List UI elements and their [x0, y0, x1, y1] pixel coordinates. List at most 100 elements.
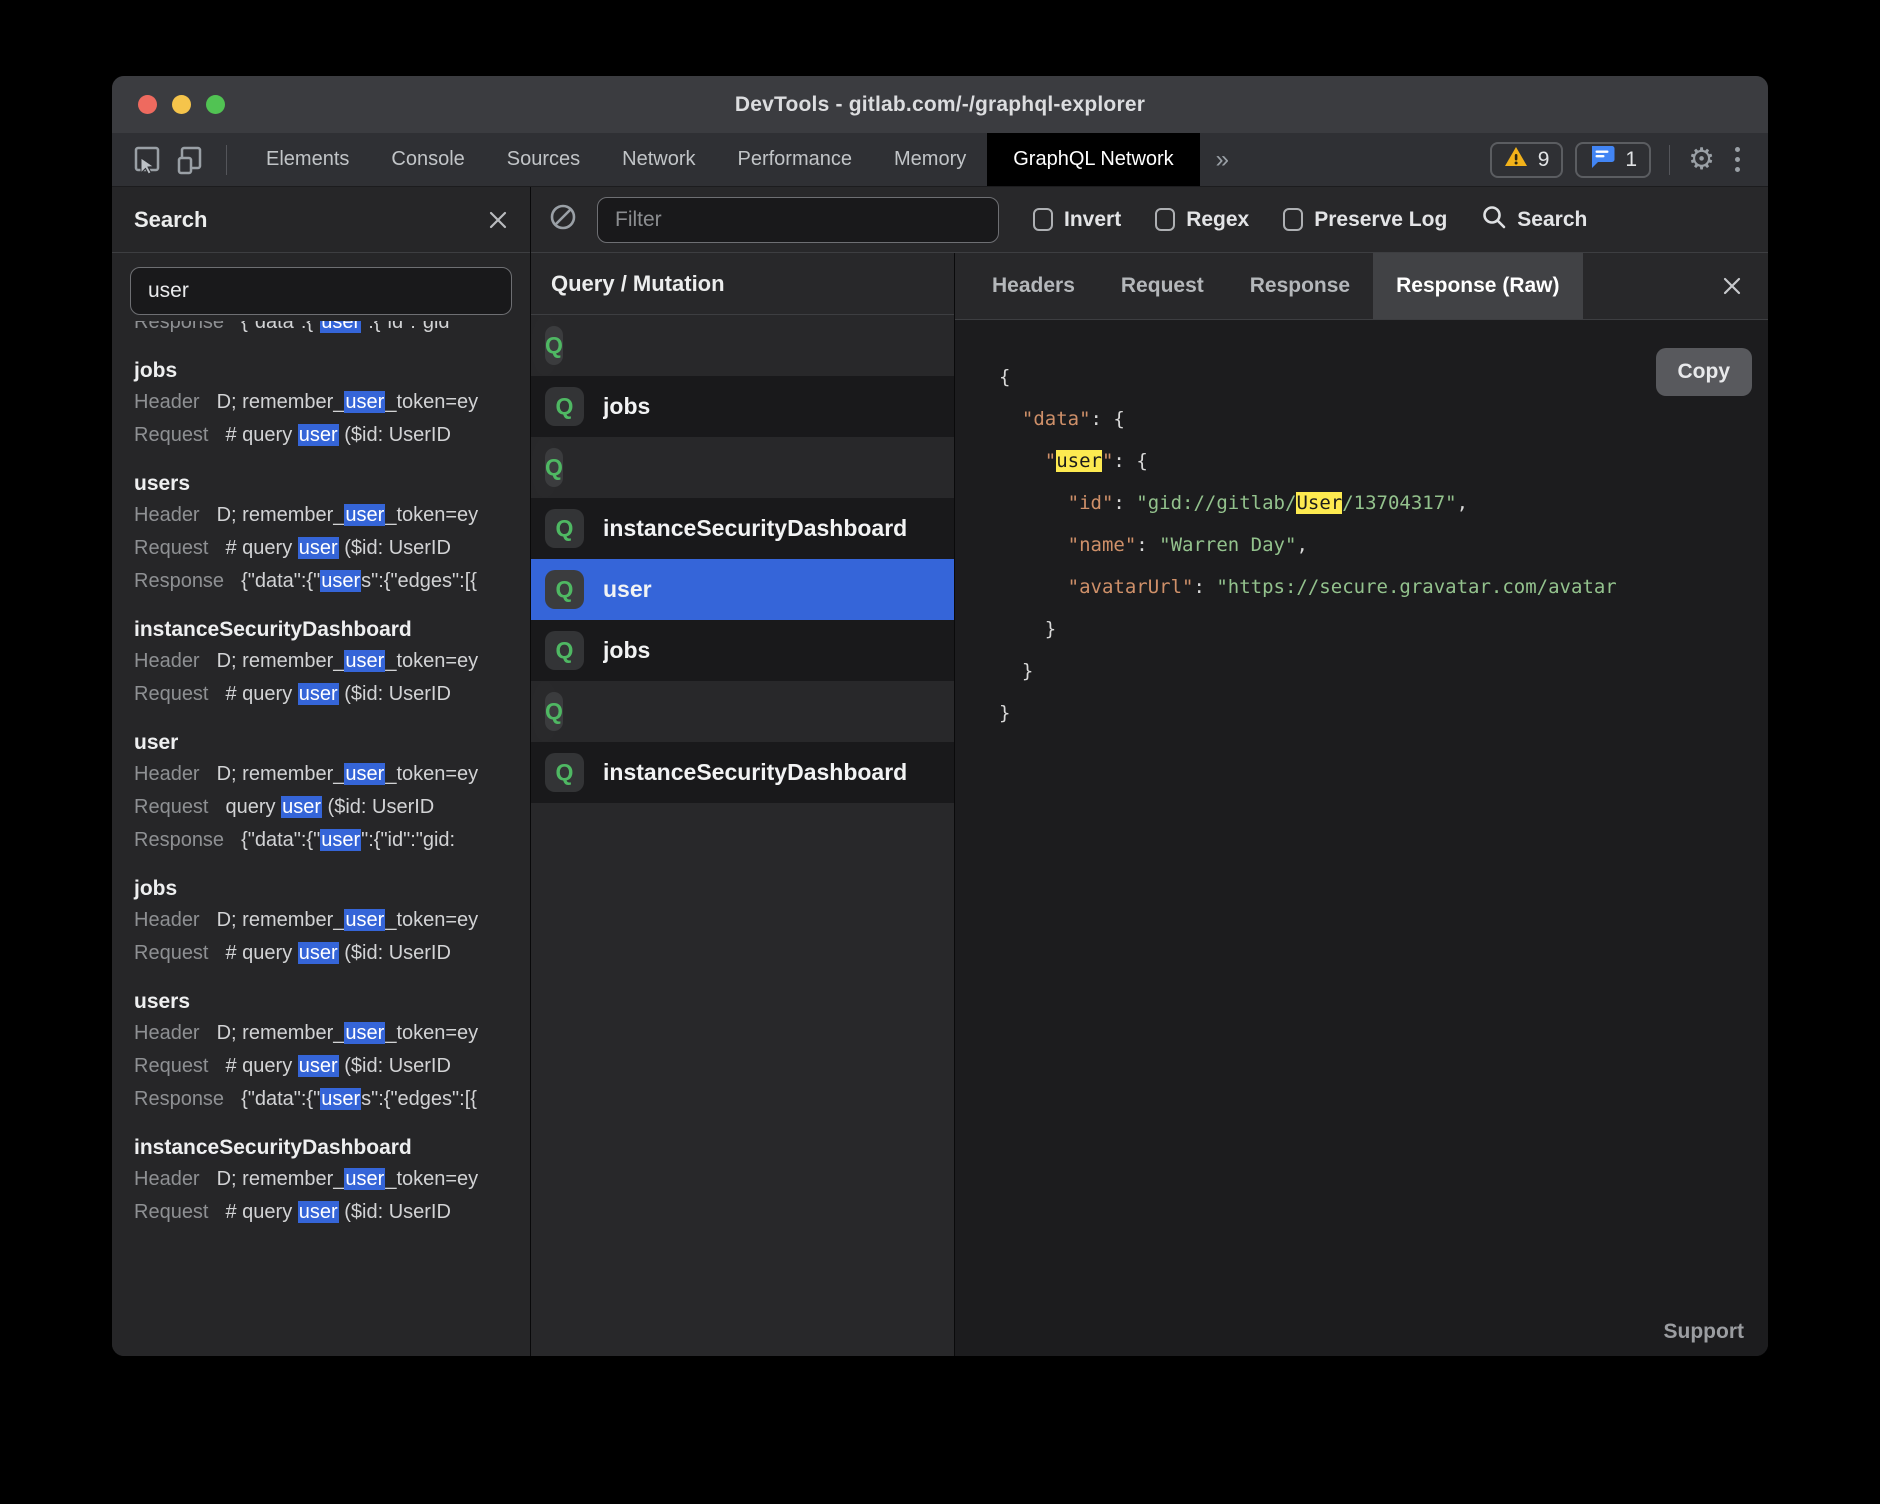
tab-network[interactable]: Network	[601, 133, 716, 186]
query-row-user[interactable]: Q user	[531, 315, 559, 376]
search-result-line[interactable]: Requestquery user ($id: UserID	[134, 791, 530, 824]
inspect-element-icon[interactable]	[132, 145, 162, 175]
search-result-line[interactable]: HeaderD; remember_user_token=ey	[134, 645, 530, 678]
close-search-icon[interactable]	[488, 210, 508, 230]
json-line: "user": {	[999, 440, 1768, 482]
tabbar-right-cluster: 9 1 ⚙	[1490, 133, 1768, 186]
query-type-icon: Q	[545, 570, 584, 609]
json-line: {	[999, 356, 1768, 398]
device-toolbar-icon[interactable]	[176, 145, 206, 175]
search-input[interactable]	[130, 267, 512, 315]
search-result-section: jobs HeaderD; remember_user_token=ey Req…	[134, 356, 530, 452]
issues-badge[interactable]: 1	[1575, 142, 1651, 178]
search-result-line[interactable]: Request# query user ($id: UserID	[134, 532, 530, 565]
toolbar-search[interactable]: Search	[1481, 204, 1587, 235]
search-result-line[interactable]: Request# query user ($id: UserID	[134, 1196, 530, 1229]
search-result-line[interactable]: Response{"data":{"users":{"edges":[{	[134, 1083, 530, 1116]
search-result-section: users HeaderD; remember_user_token=ey Re…	[134, 987, 530, 1116]
preserve-log-checkbox[interactable]: Preserve Log	[1283, 208, 1447, 232]
checkbox-icon	[1283, 208, 1303, 231]
response-raw-view: { "data": { "user": { "id": "gid://gitla…	[955, 320, 1768, 1356]
more-tabs-icon[interactable]: »	[1200, 133, 1245, 186]
query-row-users[interactable]: Q users	[531, 681, 559, 742]
query-type-icon: Q	[545, 692, 563, 731]
json-line: "avatarUrl": "https://secure.gravatar.co…	[999, 566, 1768, 608]
title-bar: DevTools - gitlab.com/-/graphql-explorer	[112, 76, 1768, 133]
search-result-line[interactable]: Request# query user ($id: UserID	[134, 678, 530, 711]
search-result-line[interactable]: HeaderD; remember_user_token=ey	[134, 1017, 530, 1050]
search-icon	[1481, 204, 1507, 235]
search-result-line[interactable]: HeaderD; remember_user_token=ey	[134, 904, 530, 937]
search-result-line[interactable]: Response{"data":{"users":{"edges":[{	[134, 565, 530, 598]
query-type-icon: Q	[545, 753, 584, 792]
settings-gear-icon[interactable]: ⚙	[1688, 145, 1715, 175]
search-result-line[interactable]: Request# query user ($id: UserID	[134, 937, 530, 970]
copy-button[interactable]: Copy	[1656, 348, 1753, 396]
query-type-icon: Q	[545, 387, 584, 426]
query-type-icon: Q	[545, 631, 584, 670]
query-row-jobs[interactable]: Q jobs	[531, 376, 954, 437]
search-result-section: jobs HeaderD; remember_user_token=ey Req…	[134, 874, 530, 970]
tab-performance[interactable]: Performance	[717, 133, 874, 186]
toolbar-divider	[226, 145, 227, 175]
query-row-user-selected[interactable]: Q user	[531, 559, 954, 620]
json-line: }	[999, 650, 1768, 692]
search-result-line[interactable]: HeaderD; remember_user_token=ey	[134, 499, 530, 532]
tab-headers[interactable]: Headers	[969, 253, 1098, 319]
query-row-jobs[interactable]: Q jobs	[531, 620, 954, 681]
clear-icon[interactable]	[549, 203, 577, 236]
query-type-icon: Q	[545, 326, 563, 365]
tab-sources[interactable]: Sources	[486, 133, 601, 186]
filter-toolbar: Invert Regex Preserve Log	[531, 187, 1768, 253]
filter-input[interactable]	[597, 197, 999, 243]
search-result-line[interactable]: Response{"data":{"user":{"id":"gid	[134, 321, 530, 339]
query-row-instance-security-dashboard[interactable]: Q instanceSecurityDashboard	[531, 498, 954, 559]
tab-elements[interactable]: Elements	[245, 133, 370, 186]
tab-response-raw[interactable]: Response (Raw)	[1373, 253, 1582, 319]
support-link[interactable]: Support	[1664, 1320, 1744, 1344]
message-count: 1	[1625, 148, 1637, 172]
window-title: DevTools - gitlab.com/-/graphql-explorer	[112, 93, 1768, 117]
json-line: "data": {	[999, 398, 1768, 440]
devtools-content: Search Response{"data":{"user":{"id":"gi…	[112, 187, 1768, 1356]
tab-response[interactable]: Response	[1227, 253, 1373, 319]
search-input-wrap	[112, 253, 530, 321]
invert-checkbox[interactable]: Invert	[1033, 208, 1121, 232]
json-line: }	[999, 692, 1768, 734]
search-result-line[interactable]: Response{"data":{"user":{"id":"gid:	[134, 824, 530, 857]
warning-count: 9	[1538, 148, 1550, 172]
request-detail-panel: Headers Request Response Response (Raw) …	[955, 253, 1768, 1356]
tab-request[interactable]: Request	[1098, 253, 1227, 319]
tab-console[interactable]: Console	[370, 133, 485, 186]
search-result-line[interactable]: Request# query user ($id: UserID	[134, 1050, 530, 1083]
query-row-users[interactable]: Q users	[531, 437, 559, 498]
search-result-section: users HeaderD; remember_user_token=ey Re…	[134, 469, 530, 598]
search-panel-title: Search	[134, 207, 207, 233]
search-result-line[interactable]: Request# query user ($id: UserID	[134, 419, 530, 452]
search-result-line[interactable]: HeaderD; remember_user_token=ey	[134, 386, 530, 419]
tab-memory[interactable]: Memory	[873, 133, 987, 186]
devtools-tabbar: Elements Console Sources Network Perform…	[112, 133, 1768, 187]
message-icon	[1589, 145, 1615, 175]
tab-graphql-network[interactable]: GraphQL Network	[987, 133, 1199, 186]
checkbox-icon	[1155, 208, 1175, 231]
query-list: Q user Q jobs Q users	[531, 315, 954, 803]
search-result-line[interactable]: HeaderD; remember_user_token=ey	[134, 758, 530, 791]
query-type-icon: Q	[545, 509, 584, 548]
search-result-section: user HeaderD; remember_user_token=ey Req…	[134, 728, 530, 857]
toolbar-icons	[112, 133, 245, 186]
json-line: "name": "Warren Day",	[999, 524, 1768, 566]
query-row-instance-security-dashboard[interactable]: Q instanceSecurityDashboard	[531, 742, 954, 803]
cluster-divider	[1669, 145, 1670, 175]
graphql-network-main: Invert Regex Preserve Log	[531, 187, 1768, 1356]
query-type-icon: Q	[545, 448, 563, 487]
screen: DevTools - gitlab.com/-/graphql-explorer	[0, 0, 1880, 1504]
regex-checkbox[interactable]: Regex	[1155, 208, 1249, 232]
close-detail-icon[interactable]	[1696, 253, 1768, 319]
search-result-section: instanceSecurityDashboard HeaderD; remem…	[134, 615, 530, 711]
devtools-window: DevTools - gitlab.com/-/graphql-explorer	[112, 76, 1768, 1356]
search-results: Response{"data":{"user":{"id":"gid jobs …	[112, 321, 530, 1356]
kebab-menu-icon[interactable]	[1727, 147, 1748, 172]
search-result-line[interactable]: HeaderD; remember_user_token=ey	[134, 1163, 530, 1196]
warnings-badge[interactable]: 9	[1490, 142, 1564, 178]
